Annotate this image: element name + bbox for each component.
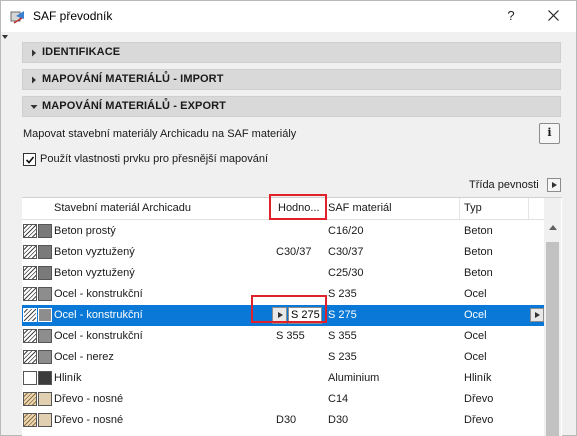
cell-saf-material: S 355 [328, 330, 357, 342]
cell-type: Dřevo [464, 393, 494, 405]
close-button[interactable] [539, 4, 567, 28]
table-row[interactable]: Ocel - nerez S 235 Ocel [22, 347, 544, 368]
cell-archicad-material: Beton prostý [54, 225, 116, 237]
material-color-swatch [38, 308, 52, 322]
material-color-swatch [38, 392, 52, 406]
cell-saf-material: C30/37 [328, 246, 364, 258]
fill-pattern-swatch [23, 392, 37, 406]
chevron-down-icon [30, 105, 38, 109]
scroll-up-icon[interactable] [549, 225, 557, 230]
highlight-box-value-cell [251, 295, 327, 323]
cell-archicad-material: Beton vyztužený [54, 246, 135, 258]
material-color-swatch [38, 266, 52, 280]
cell-archicad-material: Hliník [54, 372, 82, 384]
vertical-scrollbar[interactable] [544, 198, 561, 436]
cell-archicad-material: Ocel - konstrukční [54, 330, 143, 342]
section-mapping-export[interactable]: MAPOVÁNÍ MATERIÁLŮ - EXPORT [22, 96, 561, 117]
table-row[interactable]: Beton prostý C16/20 Beton [22, 221, 544, 242]
window-title: SAF převodník [33, 9, 113, 23]
triangle-right-icon [552, 182, 557, 188]
table-row[interactable]: Dřevo - nosné C14 Dřevo [22, 389, 544, 410]
table-row[interactable]: Beton vyztužený C30/37 C30/37 Beton [22, 242, 544, 263]
info-icon: i [547, 126, 552, 139]
cell-saf-material: C16/20 [328, 225, 364, 237]
fill-pattern-swatch [23, 287, 37, 301]
section-label: IDENTIFIKACE [42, 46, 121, 58]
cell-type: Ocel [464, 288, 487, 300]
table-row[interactable]: Dřevo - nosné D30 D30 Dřevo [22, 410, 544, 431]
section-label: MAPOVÁNÍ MATERIÁLŮ - EXPORT [42, 100, 226, 112]
column-type[interactable]: Typ [464, 202, 482, 214]
checkbox-label: Použít vlastnosti prvku pro přesnější ma… [40, 153, 269, 165]
cell-saf-material[interactable]: S 275 [328, 309, 357, 321]
cell-type: Beton [464, 225, 493, 237]
row-options-button[interactable] [530, 308, 544, 322]
cell-saf-material: S 235 [328, 288, 357, 300]
title-bar: SAF převodník ? [1, 1, 576, 32]
fill-pattern-swatch [23, 224, 37, 238]
scroll-thumb[interactable] [546, 242, 559, 436]
column-divider[interactable] [459, 198, 460, 219]
cell-value: D30 [276, 414, 297, 426]
cell-archicad-material: Beton vyztužený [54, 267, 135, 279]
cell-saf-material: C14 [328, 393, 349, 405]
cell-archicad-material: Ocel - konstrukční [54, 288, 143, 300]
cell-archicad-material: Ocel - konstrukční [54, 309, 143, 321]
cell-type: Ocel [464, 330, 487, 342]
cell-type: Ocel [464, 351, 487, 363]
cell-value: C30/37 [276, 246, 312, 258]
chevron-right-icon [32, 49, 36, 57]
triangle-right-icon [535, 312, 540, 318]
cell-archicad-material: Dřevo - nosné [54, 393, 124, 405]
strength-class-button[interactable] [547, 178, 561, 192]
fill-pattern-swatch [23, 329, 37, 343]
material-color-swatch [38, 329, 52, 343]
material-color-swatch [38, 287, 52, 301]
column-archicad-material[interactable]: Stavební materiál Archicadu [54, 202, 191, 214]
info-button[interactable]: i [539, 123, 560, 144]
section-mapping-import[interactable]: MAPOVÁNÍ MATERIÁLŮ - IMPORT [22, 69, 561, 90]
cell-type: Dřevo [464, 414, 494, 426]
fill-pattern-swatch [23, 266, 37, 280]
material-color-swatch [38, 413, 52, 427]
cell-archicad-material: Ocel - nerez [54, 351, 114, 363]
material-color-swatch [38, 245, 52, 259]
cell-value: S 355 [276, 330, 305, 342]
checkmark-icon [25, 156, 35, 164]
fill-pattern-swatch [23, 245, 37, 259]
highlight-box-value-header [269, 194, 327, 220]
cell-type: Hliník [464, 372, 492, 384]
cell-saf-material: Aluminium [328, 372, 380, 384]
panel-marker-icon [2, 35, 8, 39]
cell-saf-material: D30 [328, 414, 349, 426]
fill-pattern-swatch [23, 308, 37, 322]
table-row[interactable]: Hliník Aluminium Hliník [22, 368, 544, 389]
cell-type: Ocel [464, 309, 487, 321]
close-icon [547, 10, 559, 21]
help-button[interactable]: ? [497, 4, 525, 28]
material-color-swatch [38, 371, 52, 385]
use-element-properties-checkbox[interactable] [23, 153, 36, 166]
export-description: Mapovat stavební materiály Archicadu na … [23, 128, 297, 140]
section-identifikace[interactable]: IDENTIFIKACE [22, 42, 561, 63]
fill-pattern-swatch [23, 371, 37, 385]
table-row[interactable]: Ocel - konstrukční S 355 S 355 Ocel [22, 326, 544, 347]
saf-app-icon [10, 9, 26, 25]
table-row[interactable]: Beton vyztužený C25/30 Beton [22, 263, 544, 284]
cell-archicad-material: Dřevo - nosné [54, 414, 124, 426]
material-color-swatch [38, 350, 52, 364]
saf-converter-dialog: SAF převodník ? IDENTIFIKACE MAPOVÁNÍ MA… [0, 0, 577, 436]
chevron-right-icon [32, 76, 36, 84]
column-divider[interactable] [528, 198, 529, 219]
cell-saf-material: C25/30 [328, 267, 364, 279]
fill-pattern-swatch [23, 413, 37, 427]
cell-saf-material: S 235 [328, 351, 357, 363]
cell-type: Beton [464, 246, 493, 258]
column-saf-material[interactable]: SAF materiál [328, 202, 392, 214]
section-label: MAPOVÁNÍ MATERIÁLŮ - IMPORT [42, 73, 224, 85]
fill-pattern-swatch [23, 350, 37, 364]
cell-type: Beton [464, 267, 493, 279]
material-color-swatch [38, 224, 52, 238]
strength-class-label: Třída pevnosti [469, 179, 539, 191]
